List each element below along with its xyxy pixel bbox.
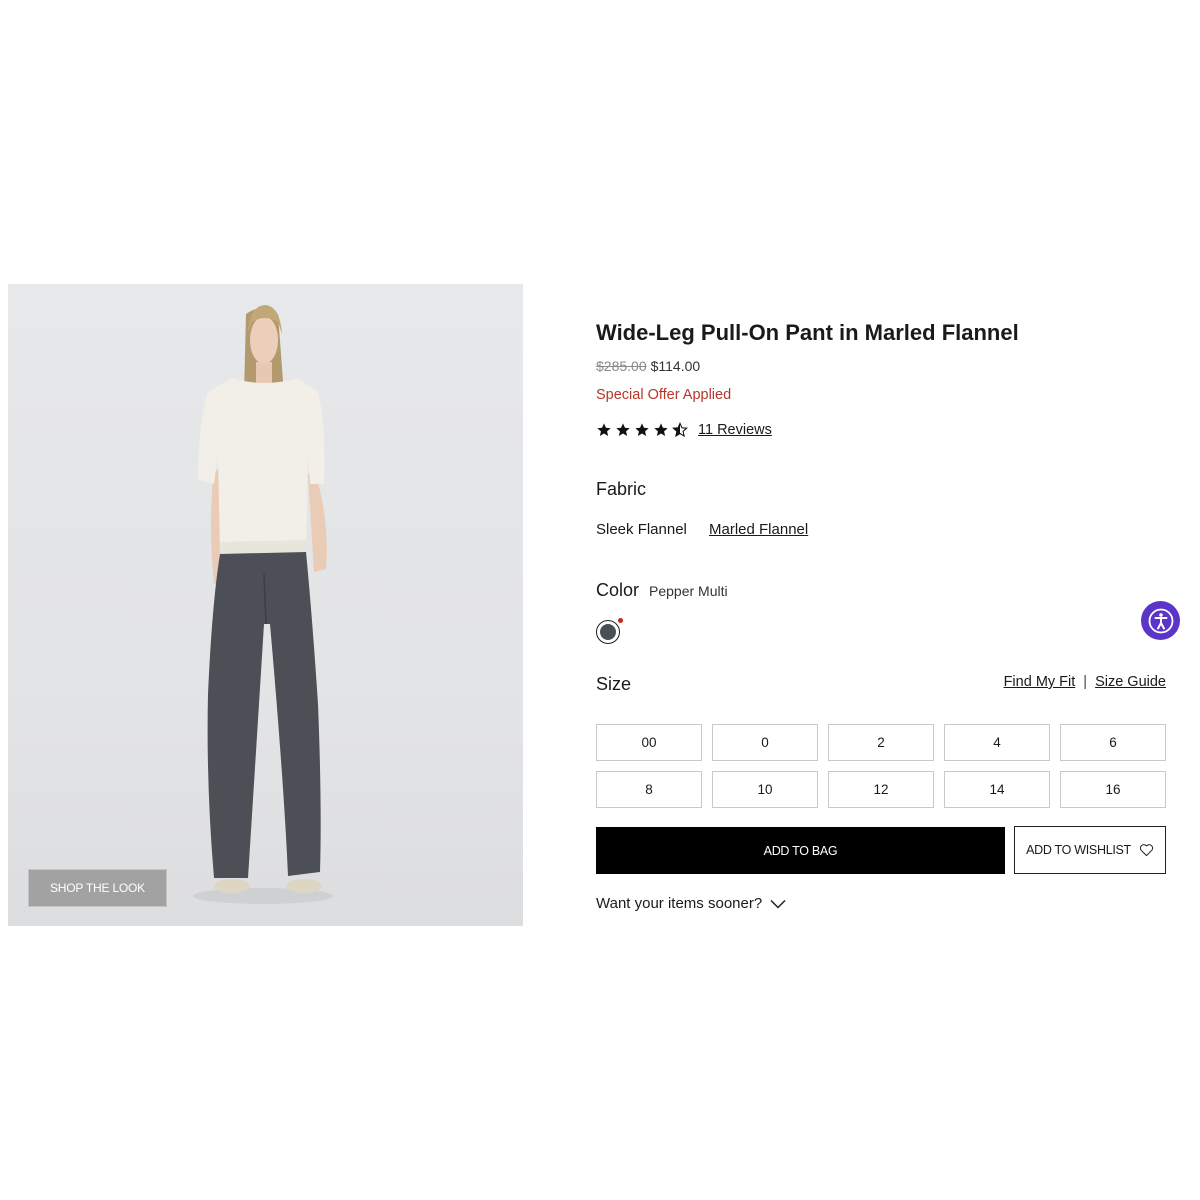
size-option-0[interactable]: 0 xyxy=(712,724,818,761)
color-label: Color xyxy=(596,580,640,600)
swatch-indicator-dot xyxy=(618,618,623,623)
size-option-16[interactable]: 16 xyxy=(1060,771,1166,808)
star-rating xyxy=(596,422,688,438)
find-my-fit-link[interactable]: Find My Fit xyxy=(1004,674,1076,690)
sale-price: $114.00 xyxy=(650,358,701,374)
fabric-label: Fabric xyxy=(596,479,647,499)
product-title: Wide-Leg Pull-On Pant in Marled Flannel xyxy=(596,320,1019,345)
product-image[interactable]: SHOP THE LOOK xyxy=(8,284,523,926)
add-to-bag-button[interactable]: ADD TO BAG xyxy=(596,827,1005,874)
size-grid: 00 0 2 4 6 8 10 12 14 16 xyxy=(596,724,1166,808)
original-price: $285.00 xyxy=(596,358,647,374)
swatch-fill xyxy=(600,624,616,640)
add-to-bag-label: ADD TO BAG xyxy=(763,843,838,858)
color-swatch-pepper-multi[interactable] xyxy=(596,618,623,644)
model-photo xyxy=(193,305,333,904)
star-icon xyxy=(597,423,611,436)
accessibility-icon xyxy=(1148,608,1173,633)
star-half-icon xyxy=(672,422,688,438)
star-icon xyxy=(616,423,630,436)
size-option-12[interactable]: 12 xyxy=(828,771,934,808)
add-to-wishlist-label: ADD TO WISHLIST xyxy=(1026,843,1131,857)
rating-row: 11 Reviews xyxy=(596,422,772,438)
size-option-10[interactable]: 10 xyxy=(712,771,818,808)
size-option-4[interactable]: 4 xyxy=(944,724,1050,761)
fabric-option-sleek-flannel[interactable]: Sleek Flannel xyxy=(596,521,687,538)
color-value: Pepper Multi xyxy=(649,583,728,599)
size-guide-link[interactable]: Size Guide xyxy=(1095,674,1166,690)
add-to-wishlist-button[interactable]: ADD TO WISHLIST xyxy=(1014,826,1166,874)
chevron-down-icon xyxy=(770,899,786,909)
accessibility-button[interactable] xyxy=(1141,601,1180,640)
shop-the-look-button[interactable]: SHOP THE LOOK xyxy=(28,869,167,907)
reviews-link[interactable]: 11 Reviews xyxy=(698,422,772,438)
star-icon xyxy=(654,423,668,436)
size-option-2[interactable]: 2 xyxy=(828,724,934,761)
price-row: $285.00 $114.00 xyxy=(596,358,700,374)
size-links: Find My Fit | Size Guide xyxy=(1004,674,1166,690)
size-option-8[interactable]: 8 xyxy=(596,771,702,808)
color-label-row: Color Pepper Multi xyxy=(596,580,728,601)
heart-icon xyxy=(1139,844,1153,857)
size-option-14[interactable]: 14 xyxy=(944,771,1050,808)
size-option-00[interactable]: 00 xyxy=(596,724,702,761)
size-option-6[interactable]: 6 xyxy=(1060,724,1166,761)
want-items-sooner-label: Want your items sooner? xyxy=(596,895,763,912)
special-offer-label: Special Offer Applied xyxy=(596,387,732,403)
size-label: Size xyxy=(596,674,632,694)
star-icon xyxy=(635,423,649,436)
want-items-sooner-toggle[interactable]: Want your items sooner? xyxy=(596,895,786,912)
fabric-option-marled-flannel[interactable]: Marled Flannel xyxy=(709,521,808,538)
size-links-separator: | xyxy=(1083,674,1088,690)
